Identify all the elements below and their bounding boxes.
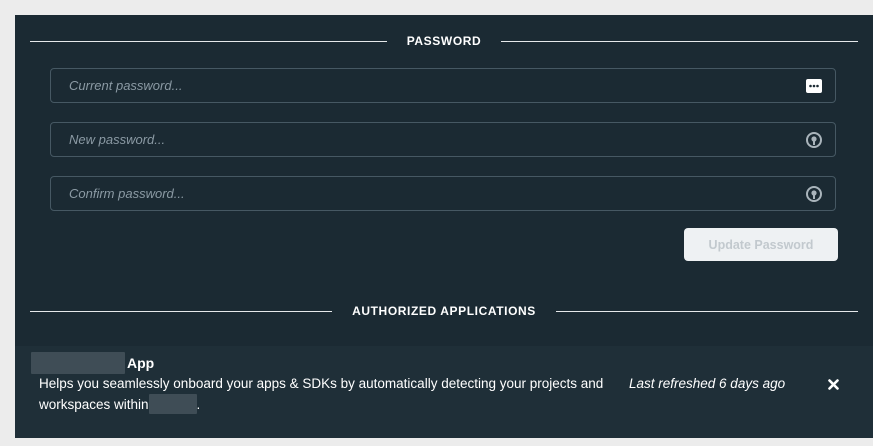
authorized-app-row: App Helps you seamlessly onboard your ap… bbox=[15, 346, 873, 438]
eye-icon[interactable] bbox=[799, 177, 829, 210]
confirm-password-input[interactable] bbox=[51, 177, 799, 210]
password-section-header: PASSWORD bbox=[30, 31, 858, 51]
authorized-section-header: AUTHORIZED APPLICATIONS bbox=[30, 301, 858, 321]
last-refreshed-text: Last refreshed 6 days ago bbox=[629, 376, 786, 391]
eye-icon[interactable] bbox=[799, 123, 829, 156]
authorized-section-title: AUTHORIZED APPLICATIONS bbox=[352, 304, 536, 318]
redacted-workspace-name bbox=[148, 394, 197, 414]
confirm-password-field bbox=[50, 176, 836, 211]
app-name-suffix: App bbox=[127, 355, 155, 371]
divider bbox=[501, 40, 858, 42]
close-icon[interactable] bbox=[825, 376, 841, 392]
divider bbox=[555, 310, 858, 312]
new-password-input[interactable] bbox=[51, 123, 799, 156]
divider bbox=[30, 310, 333, 312]
settings-panel: PASSWORD Update Password AUTHORIZED APPL… bbox=[15, 15, 873, 438]
password-dots-icon[interactable] bbox=[799, 69, 829, 102]
current-password-field bbox=[50, 68, 836, 103]
app-description-text: Helps you seamlessly onboard your apps &… bbox=[39, 376, 604, 412]
password-section-title: PASSWORD bbox=[406, 34, 482, 48]
update-password-button[interactable]: Update Password bbox=[684, 228, 838, 261]
redacted-app-name bbox=[31, 352, 125, 374]
app-description: Helps you seamlessly onboard your apps &… bbox=[39, 374, 609, 415]
divider bbox=[30, 40, 387, 42]
new-password-field bbox=[50, 122, 836, 157]
app-description-end: . bbox=[196, 397, 201, 412]
current-password-input[interactable] bbox=[51, 69, 799, 102]
app-name: App bbox=[31, 352, 154, 374]
